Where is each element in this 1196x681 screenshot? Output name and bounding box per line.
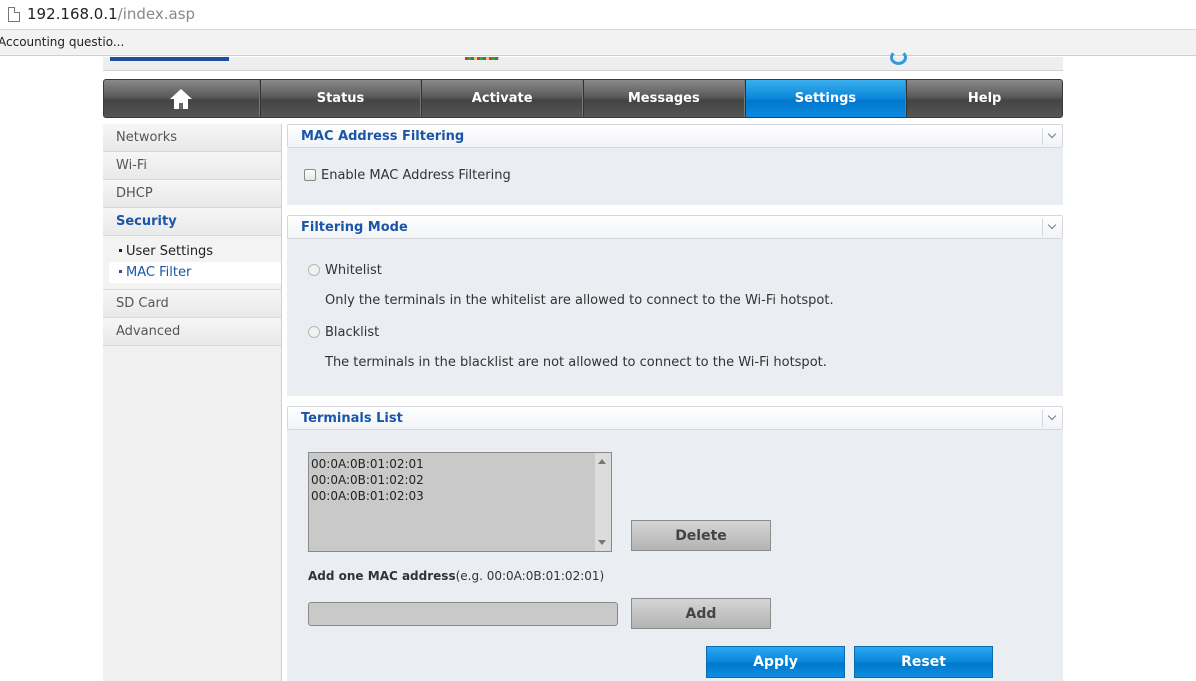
url-text[interactable]: 192.168.0.1/index.asp bbox=[27, 5, 195, 23]
tab-home[interactable] bbox=[104, 80, 260, 117]
reset-button[interactable]: Reset bbox=[854, 646, 993, 678]
tab-messages[interactable]: Messages bbox=[582, 80, 745, 117]
panel-header-mac-filtering[interactable]: MAC Address Filtering bbox=[287, 124, 1063, 148]
enable-mac-filtering-checkbox[interactable] bbox=[304, 169, 316, 181]
tab-settings[interactable]: Settings bbox=[744, 80, 907, 117]
terminals-listbox[interactable]: 00:0A:0B:01:02:01 00:0A:0B:01:02:02 00:0… bbox=[308, 452, 612, 552]
sidebar-item-sd-card[interactable]: SD Card bbox=[103, 290, 281, 318]
address-bar[interactable]: 192.168.0.1/index.asp bbox=[0, 0, 1196, 30]
bullet-icon bbox=[119, 249, 122, 252]
list-item[interactable]: 00:0A:0B:01:02:01 bbox=[309, 456, 611, 472]
blacklist-description: The terminals in the blacklist are not a… bbox=[325, 355, 827, 370]
add-button[interactable]: Add bbox=[631, 598, 771, 629]
sidebar-item-security[interactable]: Security bbox=[103, 208, 281, 236]
chevron-down-icon[interactable] bbox=[1042, 219, 1062, 236]
bookmark-item[interactable]: Accounting questio... bbox=[0, 35, 124, 49]
add-mac-label: Add one MAC address(e.g. 00:0A:0B:01:02:… bbox=[308, 569, 605, 583]
sidebar-item-wifi[interactable]: Wi-Fi bbox=[103, 152, 281, 180]
sidebar-subitem-mac-filter[interactable]: MAC Filter bbox=[109, 262, 281, 283]
tab-help[interactable]: Help bbox=[906, 80, 1062, 117]
tab-status[interactable]: Status bbox=[259, 80, 422, 117]
status-signal-icon bbox=[890, 50, 907, 65]
bullet-icon bbox=[119, 270, 122, 273]
apply-button[interactable]: Apply bbox=[706, 646, 845, 678]
panel-header-terminals-list[interactable]: Terminals List bbox=[287, 406, 1063, 430]
home-icon bbox=[170, 88, 193, 109]
panel-title: Filtering Mode bbox=[301, 220, 408, 235]
chevron-down-icon[interactable] bbox=[1042, 128, 1062, 145]
main-nav: Status Activate Messages Settings Help bbox=[103, 79, 1063, 118]
blacklist-label: Blacklist bbox=[325, 325, 380, 340]
router-header bbox=[103, 50, 1063, 71]
scrollbar[interactable] bbox=[595, 453, 611, 551]
bookmarks-bar: Accounting questio... bbox=[0, 30, 1196, 56]
panel-title: Terminals List bbox=[301, 411, 403, 426]
blacklist-radio[interactable] bbox=[308, 326, 320, 338]
sidebar-item-networks[interactable]: Networks bbox=[103, 124, 281, 152]
brand-logo bbox=[110, 57, 229, 61]
brand-dots-logo bbox=[465, 57, 499, 60]
enable-mac-filtering-label: Enable MAC Address Filtering bbox=[321, 168, 511, 183]
chevron-down-icon[interactable] bbox=[1042, 410, 1062, 427]
sidebar-subitem-user-settings[interactable]: User Settings bbox=[103, 241, 281, 262]
sidebar: Networks Wi-Fi DHCP Security User Settin… bbox=[103, 124, 282, 681]
delete-button[interactable]: Delete bbox=[631, 520, 771, 551]
panel-title: MAC Address Filtering bbox=[301, 129, 465, 144]
sidebar-item-dhcp[interactable]: DHCP bbox=[103, 180, 281, 208]
panel-header-filtering-mode[interactable]: Filtering Mode bbox=[287, 215, 1063, 239]
sidebar-submenu-security: User Settings MAC Filter bbox=[103, 236, 281, 290]
mac-address-input[interactable] bbox=[308, 602, 618, 626]
list-item[interactable]: 00:0A:0B:01:02:02 bbox=[309, 472, 611, 488]
tab-activate[interactable]: Activate bbox=[421, 80, 583, 117]
sidebar-item-advanced[interactable]: Advanced bbox=[103, 318, 281, 346]
scroll-down-icon[interactable] bbox=[598, 540, 606, 545]
list-item[interactable]: 00:0A:0B:01:02:03 bbox=[309, 488, 611, 504]
panel-body-filtering-mode bbox=[287, 239, 1063, 396]
page-icon bbox=[8, 7, 20, 22]
scroll-up-icon[interactable] bbox=[598, 459, 606, 464]
whitelist-label: Whitelist bbox=[325, 263, 382, 278]
whitelist-description: Only the terminals in the whitelist are … bbox=[325, 293, 834, 308]
whitelist-radio[interactable] bbox=[308, 264, 320, 276]
